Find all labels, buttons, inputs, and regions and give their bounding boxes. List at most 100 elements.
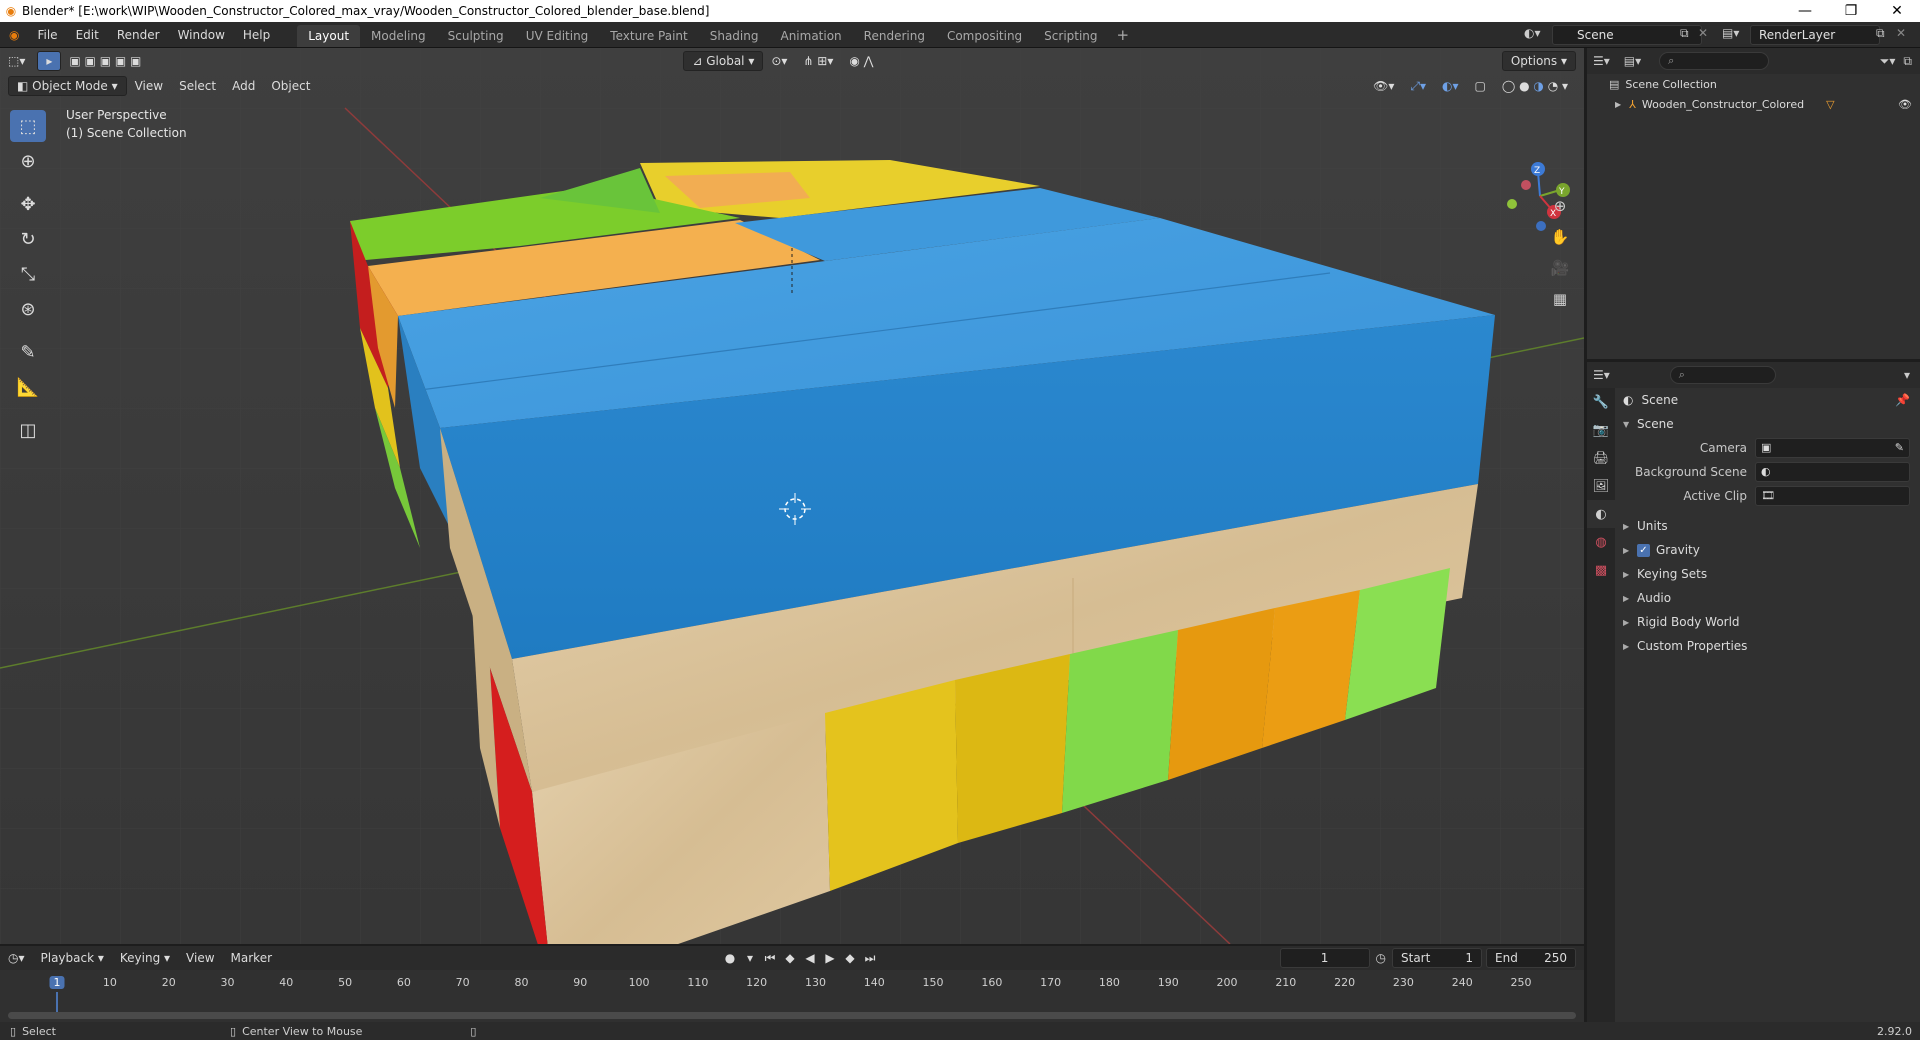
menu-window[interactable]: Window [169, 22, 234, 48]
new-view-layer-icon[interactable]: ⧉ [1876, 26, 1885, 41]
outliner-search-input[interactable]: ⌕ [1659, 52, 1770, 70]
blender-menu-icon[interactable]: ◉ [0, 22, 28, 48]
units-panel[interactable]: ▶ Units [1615, 514, 1920, 538]
3d-viewport[interactable]: Z Y X ⬚▾ ▸ ▣ ▣ ▣ ▣ ▣ ⊿ Global ▾ ⊙▾ ⋔ ⊞▾ … [0, 48, 1584, 944]
prev-keyframe-icon[interactable]: ◆ [780, 951, 800, 965]
transform-tool-icon[interactable]: ⊛ [10, 293, 46, 325]
overlays-icon[interactable]: ◐▾ [1434, 79, 1467, 93]
tab-uv-editing[interactable]: UV Editing [515, 25, 600, 47]
select-box-modes-icon[interactable]: ▣ ▣ ▣ ▣ ▣ [61, 54, 149, 68]
gravity-panel[interactable]: ▶ ✓ Gravity [1615, 538, 1920, 562]
view-layer-tab-icon[interactable]: 🖼 [1587, 472, 1615, 500]
zoom-icon[interactable]: ⊕ [1546, 192, 1574, 220]
record-options-icon[interactable]: ▾ [740, 951, 760, 965]
properties-editor-icon[interactable]: ☰▾ [1593, 368, 1610, 382]
play-reverse-icon[interactable]: ◀ [800, 951, 820, 965]
shading-modes-icon[interactable]: ◯ ● ◑ ◔ ▾ [1494, 79, 1576, 93]
object-data-icon[interactable]: ▽ [1826, 98, 1834, 111]
tab-animation[interactable]: Animation [769, 25, 852, 47]
gravity-checkbox[interactable]: ✓ [1637, 543, 1650, 557]
custom-properties-panel[interactable]: ▶ Custom Properties [1615, 634, 1920, 658]
end-frame-field[interactable]: End 250 [1486, 948, 1576, 968]
preview-range-icon[interactable]: ◷ [1376, 951, 1386, 965]
jump-start-icon[interactable]: ⏮ [760, 951, 780, 966]
eyedropper-icon[interactable]: ✎ [1895, 441, 1904, 454]
gizmo-neg-x[interactable] [1521, 180, 1531, 190]
tab-layout[interactable]: Layout [297, 24, 361, 47]
rigid-body-world-panel[interactable]: ▶ Rigid Body World [1615, 610, 1920, 634]
tab-modeling[interactable]: Modeling [360, 25, 437, 47]
xray-icon[interactable]: ▢ [1467, 79, 1494, 93]
tab-shading[interactable]: Shading [699, 25, 770, 47]
menu-playback[interactable]: Playback ▾ [33, 951, 112, 965]
scene-selector-icon[interactable]: ◐▾ [1524, 26, 1541, 40]
menu-timeline-view[interactable]: View [178, 951, 222, 965]
background-scene-field[interactable]: ◐ [1755, 462, 1910, 482]
output-tab-icon[interactable]: 🖨 [1587, 444, 1615, 472]
menu-edit[interactable]: Edit [67, 22, 108, 48]
measure-tool-icon[interactable]: 📐 [10, 371, 46, 403]
properties-search-input[interactable]: ⌕ [1669, 366, 1776, 384]
play-icon[interactable]: ▶ [820, 951, 840, 965]
keying-sets-panel[interactable]: ▶ Keying Sets [1615, 562, 1920, 586]
menu-help[interactable]: Help [234, 22, 279, 48]
timeline-ruler[interactable]: 1 10 20 30 40 50 60 70 80 90 100 110 120 130 140 150 160… [0, 972, 1584, 994]
current-frame-field[interactable]: 1 [1279, 948, 1370, 968]
menu-render[interactable]: Render [108, 22, 169, 48]
texture-tab-icon[interactable]: ▩ [1587, 556, 1615, 584]
timeline-scrollbar[interactable] [8, 1012, 1576, 1019]
tab-rendering[interactable]: Rendering [853, 25, 936, 47]
select-box-tool-icon[interactable]: ⬚ [10, 110, 46, 142]
scale-tool-icon[interactable]: ⤡ [10, 258, 46, 290]
outliner-scene-collection[interactable]: ▤ Scene Collection [1587, 74, 1920, 94]
cursor-tool-icon[interactable]: ⊕ [10, 145, 46, 177]
start-frame-field[interactable]: Start 1 [1392, 948, 1482, 968]
gizmo-toggle-icon[interactable]: ⤢▾ [1402, 79, 1434, 94]
active-clip-field[interactable]: 🎞 [1755, 486, 1910, 506]
proportional-edit-icon[interactable]: ◉ ⋀ [841, 54, 881, 68]
tab-sculpting[interactable]: Sculpting [437, 25, 515, 47]
add-cube-tool-icon[interactable]: ◫ [10, 414, 46, 446]
options-dropdown[interactable]: Options ▾ [1501, 51, 1576, 71]
scene-tab-icon[interactable]: ◐ [1587, 500, 1615, 528]
add-workspace-icon[interactable]: + [1109, 26, 1138, 44]
menu-select[interactable]: Select [171, 79, 224, 93]
render-tab-icon[interactable]: 📷 [1587, 416, 1615, 444]
maximize-button[interactable]: ❐ [1828, 3, 1874, 19]
record-icon[interactable]: ● [720, 951, 740, 965]
new-scene-icon[interactable]: ⧉ [1680, 26, 1689, 41]
jump-end-icon[interactable]: ⏭ [860, 951, 880, 966]
outliner-object-row[interactable]: ▶ ⅄ Wooden_Constructor_Colored ▽ 👁 [1587, 94, 1920, 114]
menu-marker[interactable]: Marker [223, 951, 280, 965]
tab-compositing[interactable]: Compositing [936, 25, 1033, 47]
transform-orientation-dropdown[interactable]: ⊿ Global ▾ [683, 51, 764, 71]
object-mode-dropdown[interactable]: ◧ Object Mode ▾ [8, 76, 127, 96]
menu-keying[interactable]: Keying ▾ [112, 951, 178, 965]
view-layer-icon[interactable]: ▤▾ [1722, 26, 1739, 40]
display-mode-icon[interactable]: ▤▾ [1624, 54, 1641, 68]
ortho-toggle-icon[interactable]: ▦ [1546, 285, 1574, 313]
tab-scripting[interactable]: Scripting [1033, 25, 1108, 47]
tab-texture-paint[interactable]: Texture Paint [599, 25, 698, 47]
audio-panel[interactable]: ▶ Audio [1615, 586, 1920, 610]
world-tab-icon[interactable]: ◍ [1587, 528, 1615, 556]
gizmo-neg-z[interactable] [1536, 221, 1546, 231]
next-keyframe-icon[interactable]: ◆ [840, 951, 860, 965]
viewport-scene[interactable]: Z Y X [0, 48, 1584, 944]
visibility-icon[interactable]: 👁▾ [1365, 79, 1402, 93]
close-button[interactable]: ✕ [1874, 3, 1920, 19]
rotate-tool-icon[interactable]: ↻ [10, 223, 46, 255]
visibility-eye-icon[interactable]: 👁 [1898, 98, 1912, 111]
properties-options-icon[interactable]: ▾ [1904, 368, 1910, 382]
view-layer-field[interactable]: RenderLayer [1750, 25, 1880, 45]
remove-view-layer-icon[interactable]: ✕ [1896, 26, 1906, 40]
select-mode-icon[interactable]: ▸ [37, 51, 62, 71]
menu-object[interactable]: Object [263, 79, 318, 93]
pin-icon[interactable]: 📌 [1895, 393, 1910, 407]
move-tool-icon[interactable]: ✥ [10, 188, 46, 220]
filter-icon[interactable]: ⏷▾ [1880, 54, 1896, 69]
snap-icon[interactable]: ⋔ ⊞▾ [795, 54, 841, 68]
menu-view[interactable]: View [127, 79, 171, 93]
annotate-tool-icon[interactable]: ✎ [10, 336, 46, 368]
pivot-point-icon[interactable]: ⊙▾ [763, 54, 795, 68]
